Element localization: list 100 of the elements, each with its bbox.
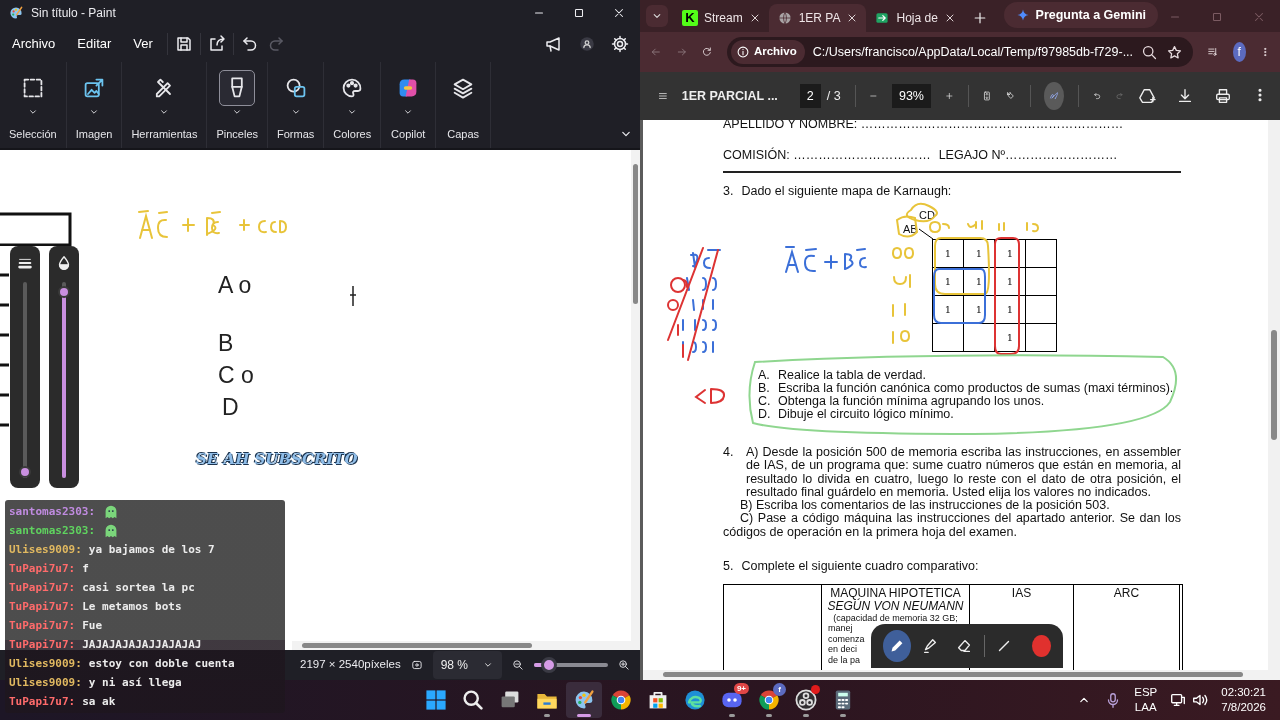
ribbon-button[interactable]: Selección: [0, 62, 67, 148]
handwritten-note: B: [218, 332, 234, 355]
zoom-field[interactable]: 93%: [891, 83, 931, 109]
column-note: en deci: [828, 644, 858, 655]
form-line: LEGAJO Nº………………………: [938, 147, 1118, 163]
column-note: de la pa: [828, 654, 861, 666]
star-icon[interactable]: [1166, 43, 1184, 61]
settings-icon[interactable]: [610, 34, 630, 54]
document-title: 1ER PARCIAL ...: [681, 87, 778, 105]
search-icon: [461, 688, 485, 712]
chat-username: Ulises9009:: [9, 676, 82, 689]
menu-item[interactable]: Editar: [69, 30, 120, 58]
question-text: C) Pase a código máquina las instrucciones del apartado anterior. Se dan los códigos de operación en la primera hoja del examen.: [723, 512, 1181, 540]
chat-username: TuPapi7u7:: [9, 695, 76, 708]
slider-thumb[interactable]: [58, 285, 70, 298]
chat-message-text: JAJAJAJAJAJJAJAJAJ: [82, 638, 202, 651]
question-text: Dado el siguiente mapa de Karnaugh:: [741, 183, 952, 199]
ribbon-button[interactable]: Herramientas: [122, 62, 208, 148]
start-icon: [424, 688, 448, 712]
map-cell: [1026, 268, 1057, 296]
map-cell: 1: [933, 296, 964, 324]
ribbon-button[interactable]: Copilot: [381, 62, 437, 148]
handwritten-note: D: [222, 396, 239, 419]
canvas-size-text: 2197 × 2540píxeles: [300, 657, 401, 673]
item-text: Obtenga la función mínima agrupando los unos.: [778, 395, 1045, 408]
gemini-button[interactable]: Pregunta a Gemini: [1003, 2, 1158, 28]
color-swatch[interactable]: [1032, 635, 1051, 657]
site-info-chip[interactable]: Archivo: [730, 40, 805, 64]
chat-message-text: casi sortea la pc: [82, 581, 195, 594]
column-header: MAQUINA HIPOTETICA: [830, 587, 962, 600]
question-text: A) Desde la posición 500 de memoria escriba las instrucciones, en assembler de IAS, de un programa que: sume cuatro números que están en memoria, al resultado lo divida en cuatro, luego lo reste con el dato de otra posición, el resultado final guárdelo en memoria. Usted elija los valores no indicados.: [746, 446, 1181, 500]
browser-tab[interactable]: 1ER PA: [768, 4, 867, 32]
clock-time: 02:30:21: [1221, 685, 1266, 700]
zoom-slider-thumb[interactable]: [540, 657, 557, 673]
map-cell: [1026, 324, 1057, 352]
question-text: Complete el siguiente cuadro comparativo:: [741, 558, 979, 575]
map-cell: 1: [995, 324, 1026, 352]
sheet-icon: [874, 10, 891, 26]
overlay-caption: SE AH SUBSCRITO: [196, 450, 358, 468]
search-icon[interactable]: [1141, 43, 1159, 61]
chat-username: TuPapi7u7:: [9, 600, 76, 613]
maximize-icon[interactable]: [572, 6, 586, 20]
window-title: Sin título - Paint: [31, 5, 116, 22]
browser-tab[interactable]: Hoja de: [866, 4, 964, 32]
menu-item[interactable]: Ver: [125, 30, 161, 58]
map-cell: 1: [964, 296, 995, 324]
browser-tab[interactable]: K Stream: [674, 4, 769, 32]
chat-username: TuPapi7u7:: [9, 562, 76, 575]
tricolor-circle-icon: [609, 688, 633, 712]
print-icon[interactable]: [1214, 87, 1232, 105]
item-letter: A.: [758, 369, 770, 382]
ring-icon: [794, 688, 818, 712]
item-text: Realice la tabla de verdad.: [778, 369, 926, 382]
annotate-icon[interactable]: [1044, 82, 1065, 110]
map-cell: 1: [933, 268, 964, 296]
swirl-icon: [683, 688, 707, 712]
ink-tool-button[interactable]: [883, 630, 911, 662]
question-text: B) Escriba los comentarios de las instrucciones de la posición 503.: [739, 499, 1111, 513]
drive-add-icon[interactable]: [1138, 87, 1156, 105]
ribbon-button[interactable]: Pinceles: [207, 62, 268, 148]
slider-thumb[interactable]: [19, 466, 31, 479]
column-note: (capacidad de memoria 32 GB;: [833, 612, 958, 624]
account-icon[interactable]: [578, 35, 596, 53]
close-icon[interactable]: [612, 6, 626, 20]
taskbar-button[interactable]: [566, 682, 602, 718]
ribbon-button[interactable]: Colores: [324, 62, 382, 148]
menu-item[interactable]: Archivo: [4, 30, 64, 58]
ribbon-button[interactable]: Imagen: [66, 62, 123, 148]
tab-list-button[interactable]: [646, 5, 668, 27]
download-icon[interactable]: [1176, 87, 1194, 105]
app-palette-icon: [8, 5, 24, 21]
site-logo-icon: K: [682, 10, 698, 26]
address-bar[interactable]: Archivo C:/Users/francisco/AppData/Local/Temp/f97985db-f729-...: [726, 37, 1194, 67]
chat-message-text: estoy con doble cuenta: [88, 657, 235, 670]
notification-badge: 9+: [733, 683, 749, 694]
network-icon[interactable]: [1169, 691, 1188, 709]
zoom-dropdown[interactable]: 98 %: [432, 651, 502, 679]
map-cell: 1: [995, 268, 1026, 296]
taskbar-button[interactable]: f: [751, 682, 787, 718]
ribbon-button[interactable]: Formas: [268, 62, 325, 148]
profile-avatar[interactable]: f: [1232, 42, 1246, 62]
chat-username: Ulises9009:: [9, 543, 82, 556]
question-number: 4.: [723, 446, 735, 461]
item-letter: D.: [758, 408, 770, 421]
taskbar-button[interactable]: 9+: [714, 682, 750, 718]
chat-username: santomas2303:: [9, 505, 96, 518]
ribbon-button[interactable]: Capas: [436, 62, 492, 148]
chat-message-text: ya bajamos de los 7: [88, 543, 215, 556]
tricolor-circle-icon: [757, 688, 781, 712]
page-count: / 3: [826, 87, 841, 105]
column-header: ARC: [1112, 587, 1141, 600]
chat-message-text: Fue: [82, 619, 103, 632]
column-variables: CD: [919, 208, 935, 223]
clock-date: 7/8/2026: [1221, 700, 1266, 715]
item-letter: B.: [758, 382, 770, 395]
page-number-field[interactable]: 2: [799, 83, 821, 109]
chat-username: santomas2303:: [9, 524, 96, 537]
map-cell: 1: [964, 240, 995, 268]
item-text: Escriba la función canónica como productos de sumas (maxi términos).: [778, 382, 1174, 395]
map-cell: [1026, 296, 1057, 324]
